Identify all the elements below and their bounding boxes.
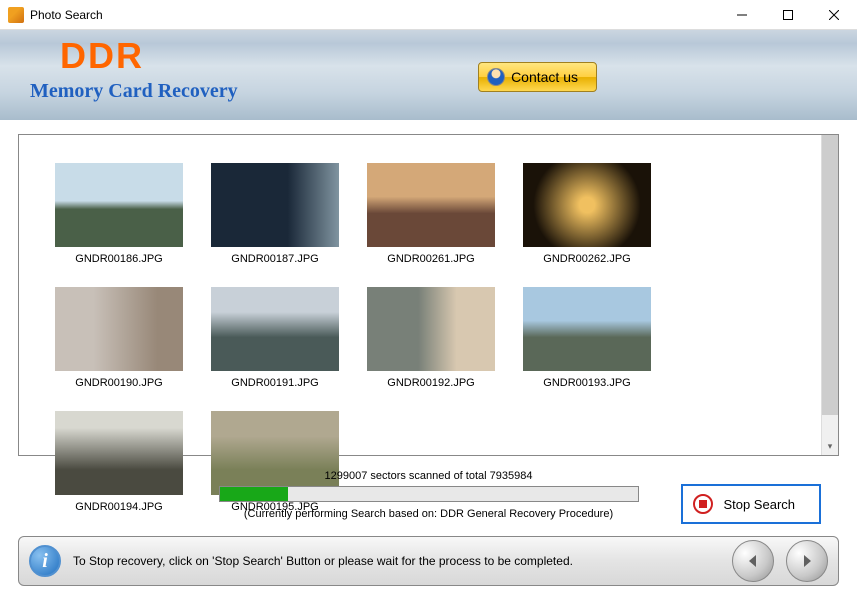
person-icon [487,68,505,86]
stop-icon [693,494,713,514]
window-title: Photo Search [30,8,719,22]
progress-row: 1299007 sectors scanned of total 7935984… [18,470,839,520]
thumbnail-image [211,163,339,247]
thumbnail-filename: GNDR00261.JPG [387,253,474,265]
thumbnail-item[interactable]: GNDR00191.JPG [211,287,339,389]
maximize-button[interactable] [765,0,811,30]
app-icon [8,7,24,23]
logo-text: DDR [60,38,857,74]
thumbnail-image [523,287,651,371]
thumbnail-item[interactable]: GNDR00187.JPG [211,163,339,265]
progress-fill [220,487,289,501]
thumbnail-image [55,287,183,371]
results-panel: GNDR00186.JPG GNDR00187.JPG GNDR00261.JP… [18,134,839,456]
product-subtitle: Memory Card Recovery [30,80,857,103]
thumbnail-image [367,287,495,371]
thumbnail-filename: GNDR00191.JPG [231,377,318,389]
thumbnail-image [523,163,651,247]
scrollbar-thumb[interactable] [822,135,838,415]
minimize-button[interactable] [719,0,765,30]
thumbnail-filename: GNDR00192.JPG [387,377,474,389]
thumbnail-item[interactable]: GNDR00193.JPG [523,287,651,389]
thumbnail-item[interactable]: GNDR00192.JPG [367,287,495,389]
info-icon: i [29,545,61,577]
progress-bar [219,486,639,502]
header-panel: DDR Memory Card Recovery Contact us [0,30,857,120]
contact-us-label: Contact us [511,69,578,85]
thumbnail-image [367,163,495,247]
thumbnail-item[interactable]: GNDR00262.JPG [523,163,651,265]
content-area: GNDR00186.JPG GNDR00187.JPG GNDR00261.JP… [0,120,857,530]
scrollbar[interactable]: ▾ [821,135,838,455]
close-button[interactable] [811,0,857,30]
progress-status-text: 1299007 sectors scanned of total 7935984 [18,470,839,482]
contact-us-button[interactable]: Contact us [478,62,597,92]
scrollbar-down-icon[interactable]: ▾ [822,438,838,455]
thumbnail-image [211,287,339,371]
thumbnail-filename: GNDR00193.JPG [543,377,630,389]
thumbnail-filename: GNDR00187.JPG [231,253,318,265]
stop-search-button[interactable]: Stop Search [681,484,821,524]
thumbnail-filename: GNDR00186.JPG [75,253,162,265]
thumbnail-item[interactable]: GNDR00186.JPG [55,163,183,265]
thumbnail-item[interactable]: GNDR00190.JPG [55,287,183,389]
thumbnail-filename: GNDR00190.JPG [75,377,162,389]
footer-hint-text: To Stop recovery, click on 'Stop Search'… [73,554,720,568]
thumbnail-image [55,163,183,247]
thumbnail-item[interactable]: GNDR00261.JPG [367,163,495,265]
back-button[interactable] [732,540,774,582]
thumbnail-filename: GNDR00262.JPG [543,253,630,265]
next-button[interactable] [786,540,828,582]
stop-search-label: Stop Search [723,497,795,512]
footer-bar: i To Stop recovery, click on 'Stop Searc… [18,536,839,586]
titlebar: Photo Search [0,0,857,30]
